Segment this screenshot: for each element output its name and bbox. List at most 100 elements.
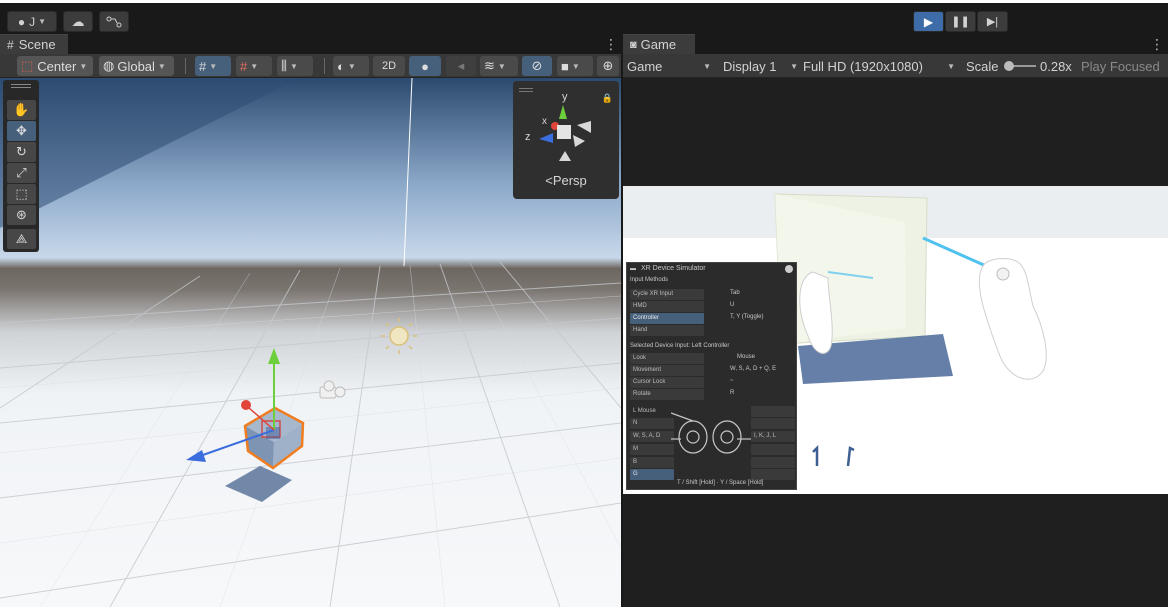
xr-right-slot-1[interactable]: [751, 418, 795, 429]
effects-dropdown[interactable]: ≋ ▼: [480, 56, 518, 76]
2d-toggle-button[interactable]: 2D: [373, 56, 405, 76]
account-label: J: [29, 14, 36, 29]
move-tool[interactable]: ✥: [7, 121, 36, 141]
scale-tool[interactable]: ⤢: [7, 163, 36, 183]
move-arrows-icon: ✥: [16, 123, 27, 138]
perspective-icon: <: [545, 173, 553, 188]
toolbar-separator: [324, 58, 325, 74]
scene-toolbar: ⬚ Center ▼ ◍ Global ▼ # ▼ # ▼ ⫼ ▼ ◐ ▼ 2D…: [0, 54, 621, 78]
xr-simulator-title: XR Device Simulator: [641, 265, 706, 272]
xr-right-slot-0[interactable]: [751, 406, 795, 417]
grid-visibility-button[interactable]: # ▼: [195, 56, 231, 76]
scene-menu-icon[interactable]: ⋮: [604, 36, 618, 53]
2d-label: 2D: [381, 60, 397, 72]
display-dropdown[interactable]: Display 1 ▼: [723, 54, 798, 78]
palette-grip-icon[interactable]: [11, 84, 31, 85]
xr-right-slot-2[interactable]: [751, 444, 795, 455]
account-dropdown[interactable]: ● J ▼: [7, 11, 57, 32]
gizmo-z-label: z: [525, 131, 531, 143]
pivot-rotation-dropdown[interactable]: ◍ Global ▼: [99, 56, 174, 76]
toolbar-separator: [185, 58, 186, 74]
xr-panel-grip-icon[interactable]: ▬: [630, 266, 636, 272]
game-view-dropdown[interactable]: Game ▼: [627, 54, 713, 78]
xr-key-controller: T, Y (Toggle): [730, 314, 764, 320]
chevron-down-icon: ▼: [157, 61, 166, 71]
collab-button[interactable]: [99, 11, 129, 32]
step-icon: ▶|: [986, 16, 999, 28]
axis-gizmo[interactable]: y x z: [513, 81, 619, 171]
directional-light-icon[interactable]: [381, 318, 417, 354]
grid-snapping-button[interactable]: # ▼: [236, 56, 272, 76]
cloud-button[interactable]: ☁: [63, 11, 93, 32]
play-focused-toggle[interactable]: Play Focused: [1081, 54, 1168, 78]
xr-ctrl-key-2[interactable]: W, S, A, D: [630, 431, 674, 442]
scale-slider-thumb[interactable]: [1004, 61, 1014, 71]
scene-camera-dropdown[interactable]: ■ ▼: [557, 56, 593, 76]
xr-ctrl-key-4[interactable]: B: [630, 457, 674, 468]
custom-tool[interactable]: ⟁: [7, 229, 36, 249]
tab-game[interactable]: ◙ Game: [623, 34, 695, 54]
orientation-gizmo[interactable]: 🔒 y x z <Persp: [513, 81, 619, 199]
xr-method-hmd[interactable]: HMD: [630, 301, 704, 312]
xr-method-cycle[interactable]: Cycle XR Input: [630, 289, 704, 300]
effects-layers-icon: ≋: [484, 58, 495, 73]
chevron-down-icon: ▼: [703, 61, 711, 71]
projection-toggle[interactable]: <Persp: [513, 173, 619, 188]
lighting-toggle-button[interactable]: ●: [409, 56, 441, 76]
xr-ctrl-key-5[interactable]: G: [630, 469, 674, 480]
scale-label: Scale: [966, 58, 999, 74]
xr-footer-text: T / Shift [Hold] · Y / Space [Hold]: [677, 480, 764, 486]
tab-scene[interactable]: # Scene: [0, 34, 68, 54]
rect-transform-icon: ⬚: [15, 186, 28, 201]
xr-selected-device-header: Selected Device Input: Left Controller: [630, 343, 730, 349]
custom-tool-icon: ⟁: [15, 231, 28, 246]
hand-tool[interactable]: ✋: [7, 100, 36, 120]
game-menu-icon[interactable]: ⋮: [1150, 36, 1164, 53]
step-button[interactable]: ▶|: [977, 11, 1008, 32]
audio-icon: ◂: [457, 58, 465, 73]
xr-ctrl-key-3[interactable]: M: [630, 444, 674, 455]
scale-value: 0.28x: [1040, 58, 1072, 74]
xr-key-cycle: Tab: [730, 290, 740, 296]
play-focused-label: Play Focused: [1081, 58, 1160, 74]
pivot-mode-label: Center: [37, 58, 77, 74]
xr-right-key-0[interactable]: I, K, J, L: [751, 431, 795, 442]
pause-button[interactable]: ❚❚: [945, 11, 976, 32]
xr-right-slot-4[interactable]: [751, 469, 795, 480]
play-button[interactable]: ▶: [913, 11, 944, 32]
xr-key-movement: W, S, A, D + Q, E: [730, 366, 777, 372]
pivot-mode-dropdown[interactable]: ⬚ Center ▼: [17, 56, 93, 76]
shading-mode-button[interactable]: ◐ ▼: [333, 56, 369, 76]
light-bulb-icon: ●: [421, 58, 429, 74]
account-icon: ●: [17, 14, 26, 29]
cloud-icon: ☁: [71, 13, 85, 29]
xr-collapse-button[interactable]: [785, 265, 793, 273]
tools-palette: ✋ ✥ ↻ ⤢ ⬚ ⊛ ⟁: [3, 80, 39, 252]
version-control-icon: [106, 16, 122, 27]
xr-ctrl-key-0[interactable]: L Mouse: [630, 406, 674, 417]
hidden-eye-icon: ⊘: [531, 58, 543, 73]
xr-method-hand[interactable]: Hand: [630, 325, 704, 336]
chevron-down-icon: ▼: [38, 17, 47, 26]
xr-input-rotate[interactable]: Rotate: [630, 389, 704, 400]
transform-tool[interactable]: ⊛: [7, 205, 36, 225]
audio-toggle-button[interactable]: ◂: [446, 56, 476, 76]
rotate-tool[interactable]: ↻: [7, 142, 36, 162]
xr-input-cursor-lock[interactable]: Cursor Lock: [630, 377, 704, 388]
gamepad-icon: ◙: [630, 38, 637, 51]
rect-tool[interactable]: ⬚: [7, 184, 36, 204]
xr-ctrl-key-1[interactable]: N: [630, 418, 674, 429]
scale-slider[interactable]: [1004, 61, 1036, 71]
xr-right-slot-3[interactable]: [751, 457, 795, 468]
xr-input-look[interactable]: Look: [630, 353, 704, 364]
increment-snap-button[interactable]: ⫼ ▼: [277, 56, 313, 76]
gizmos-button[interactable]: ⊕: [597, 56, 619, 76]
camera-gizmo-icon[interactable]: [319, 380, 346, 399]
resolution-dropdown[interactable]: Full HD (1920x1080) ▼: [803, 54, 957, 78]
scene-visibility-button[interactable]: ⊘: [522, 56, 552, 76]
scene-tab-label: Scene: [18, 37, 56, 52]
xr-input-movement[interactable]: Movement: [630, 365, 704, 376]
scale-control: Scale 0.28x: [966, 54, 1076, 78]
xr-input-methods-header: Input Methods: [630, 277, 669, 283]
xr-method-controller[interactable]: Controller: [630, 313, 704, 324]
